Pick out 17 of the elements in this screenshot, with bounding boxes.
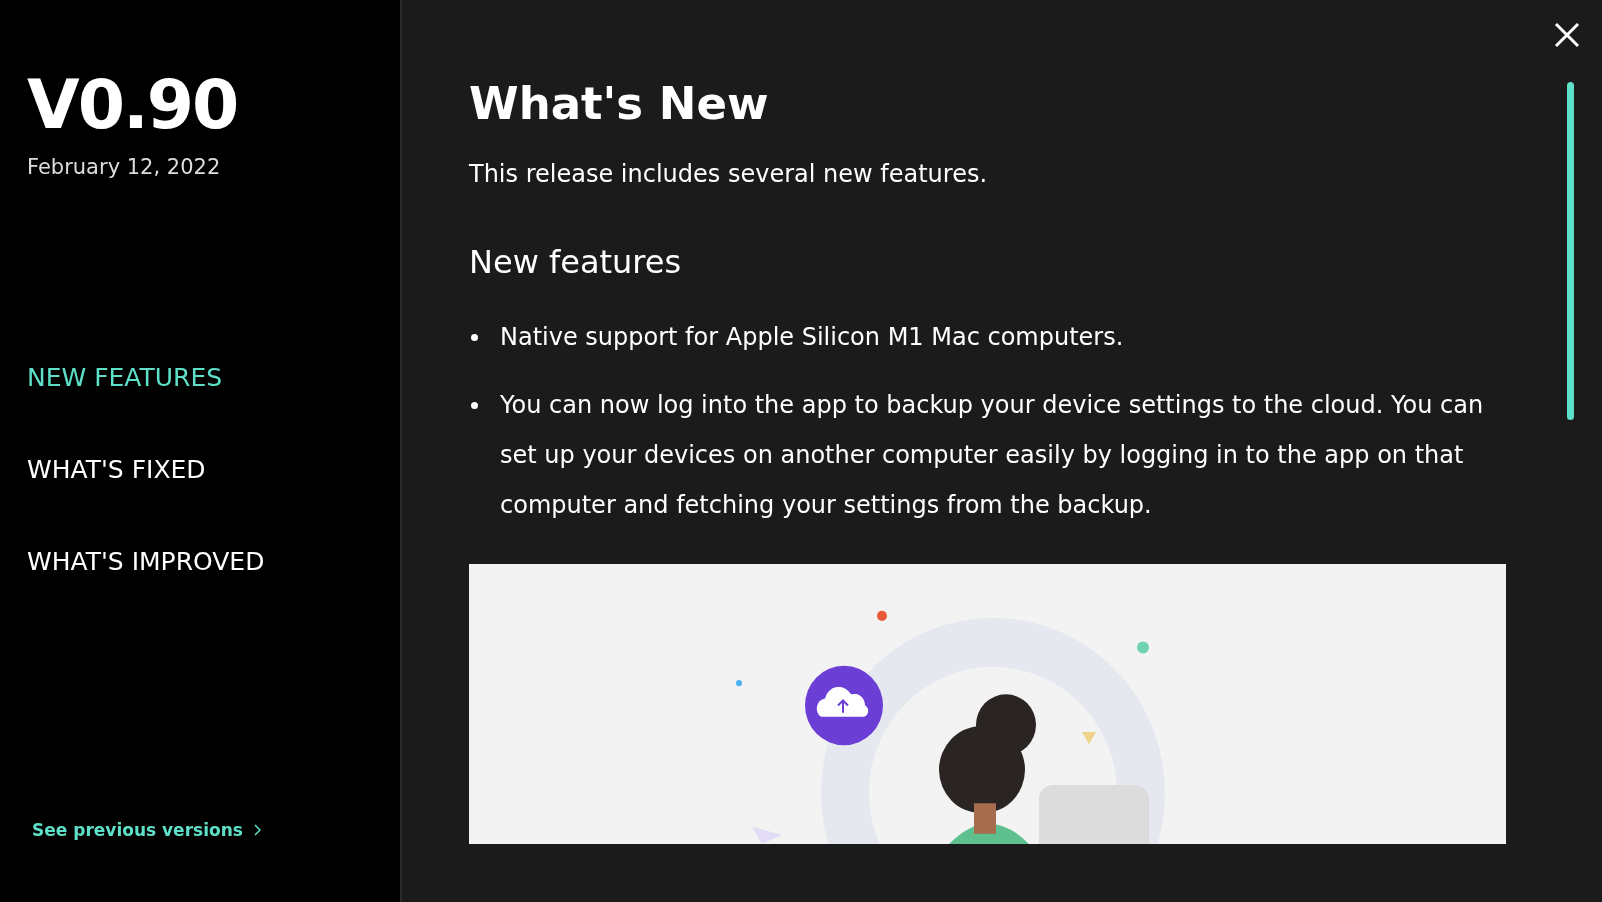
page-title: What's New <box>469 76 770 132</box>
section-nav-link[interactable]: NEW FEATURES <box>27 362 223 393</box>
intro-text: This release includes several new features. <box>469 160 989 188</box>
bullet-icon <box>471 402 478 409</box>
section-nav-link[interactable]: WHAT'S FIXED <box>27 454 206 485</box>
close-button[interactable] <box>1554 22 1580 48</box>
feature-text: Native support for Apple Silicon M1 Mac computers. <box>500 322 1124 353</box>
previous-versions-link[interactable]: See previous versions <box>32 820 261 840</box>
chevron-right-icon <box>252 824 261 836</box>
close-icon <box>1554 22 1580 48</box>
section-nav-link[interactable]: WHAT'S IMPROVED <box>27 546 265 577</box>
feature-text: You can now log into the app to backup your device settings to the cloud. You can set up your devices on another computer easily by logging in to the app on that computer and fetching your settings from the backup. <box>500 390 1485 521</box>
scrollbar-thumb[interactable] <box>1567 82 1574 420</box>
version-title: V0.90 <box>27 68 238 143</box>
section-heading: New features <box>469 242 683 282</box>
bullet-icon <box>471 334 478 341</box>
release-date: February 12, 2022 <box>27 154 221 179</box>
